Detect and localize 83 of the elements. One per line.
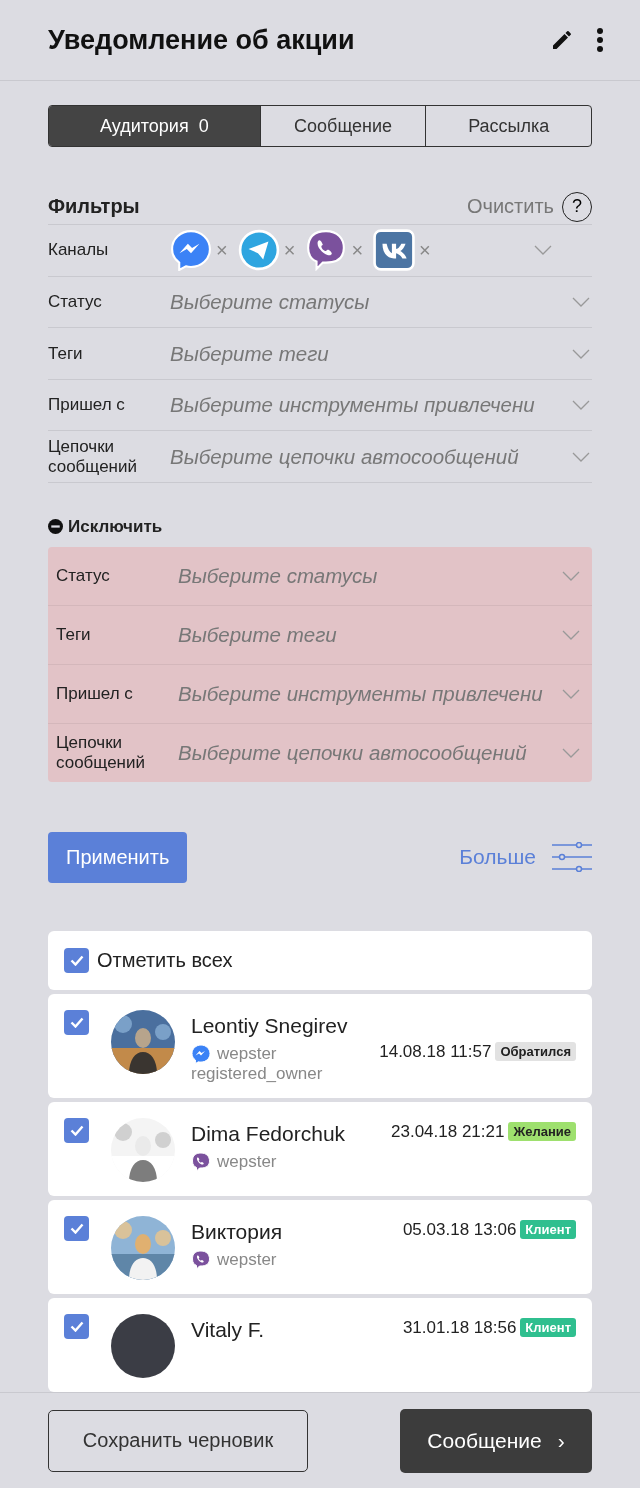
status-tag: Желание: [508, 1122, 576, 1142]
chevron-down-icon: [562, 689, 580, 699]
apply-button[interactable]: Применить: [48, 832, 188, 883]
contact-date: 14.08.18 11:57: [379, 1042, 492, 1062]
contact-card[interactable]: Leontiy Snegirev wepster registered_owner 14.08.18 11:57 Обратился: [48, 994, 592, 1098]
messenger-icon: [170, 229, 212, 272]
filter-label: Пришел с: [48, 395, 126, 416]
section-title: Фильтры: [48, 195, 141, 219]
contact-name: Виктория: [191, 1220, 283, 1244]
viber-icon: [305, 229, 348, 272]
chevron-down-icon: [534, 245, 552, 256]
more-menu-icon[interactable]: [596, 27, 604, 53]
tab[interactable]: Рассылка: [425, 106, 591, 147]
filter-label: Каналы: [48, 240, 110, 261]
remove-button[interactable]: ×: [417, 238, 433, 262]
account-name: wepster: [217, 1250, 277, 1270]
filter-label: Цепочки сообщений: [48, 436, 138, 477]
checkbox[interactable]: [64, 1216, 89, 1241]
contact-name: Vitaly F.: [191, 1318, 266, 1342]
vk-icon: [373, 229, 416, 272]
filter-select[interactable]: Выберите инструменты привлечени: [170, 393, 592, 418]
contact-name: Leontiy Snegirev: [191, 1014, 349, 1038]
filter-select[interactable]: Выберите цепочки автосообщений: [170, 444, 592, 469]
filter-label: Пришел с: [56, 684, 134, 704]
paper-plane-icon: [237, 229, 280, 272]
remove-button[interactable]: ×: [214, 238, 230, 262]
chevron-down-icon: [572, 400, 590, 411]
chevron-down-icon: [572, 296, 590, 307]
filter-select[interactable]: Выберите инструменты привлечени: [178, 682, 582, 706]
select-all-label: Отметить всех: [97, 949, 233, 972]
clear-link[interactable]: Очистить: [466, 195, 554, 219]
page-title: Уведомление об акции: [48, 24, 356, 56]
filter-label: Статус: [56, 566, 111, 586]
status-tag: Клиент: [520, 1220, 576, 1240]
filter-select[interactable]: Выберите статусы: [170, 289, 592, 314]
filter-label: Статус: [48, 291, 103, 312]
chevron-down-icon: [572, 451, 590, 462]
viber-icon: [191, 1250, 211, 1270]
filter-select[interactable]: Выберите теги: [178, 623, 582, 647]
contact-date: 31.01.18 18:56: [402, 1318, 517, 1338]
save-draft-button[interactable]: Сохранить черновик: [48, 1409, 308, 1472]
account-role: registered_owner: [191, 1064, 324, 1084]
messenger-icon: [191, 1044, 211, 1064]
account-name: wepster: [217, 1044, 277, 1064]
tab[interactable]: Аудитория 0: [49, 106, 260, 147]
chevron-down-icon: [572, 348, 590, 359]
filter-select[interactable]: Выберите цепочки автосообщений: [178, 741, 582, 765]
checkmark-icon: [69, 1223, 84, 1234]
status-tag: Клиент: [520, 1318, 576, 1338]
contact-date: 23.04.18 21:21: [391, 1122, 505, 1142]
filter-label: Теги: [56, 625, 92, 645]
sliders-icon[interactable]: [552, 842, 592, 873]
contact-card[interactable]: Vitaly F. 31.01.18 18:56 Клиент: [48, 1298, 592, 1392]
filter-label: Теги: [48, 343, 84, 364]
next-button[interactable]: Сообщение ›: [400, 1408, 592, 1473]
checkmark-icon: [69, 1321, 84, 1332]
chevron-down-icon: [562, 630, 580, 640]
checkbox[interactable]: [64, 948, 89, 973]
viber-icon: [191, 1152, 211, 1172]
checkbox[interactable]: [64, 1010, 89, 1035]
checkbox[interactable]: [64, 1314, 89, 1339]
pencil-icon[interactable]: [550, 28, 574, 52]
checkbox[interactable]: [64, 1118, 89, 1143]
section-title: Исключить: [68, 517, 163, 537]
filter-label: Цепочки сообщений: [56, 733, 146, 773]
remove-button[interactable]: ×: [281, 238, 298, 262]
checkmark-icon: [69, 955, 84, 966]
contact-date: 05.03.18 13:06: [402, 1220, 517, 1240]
more-link[interactable]: Больше: [459, 845, 536, 870]
minus-circle-icon: [48, 519, 63, 535]
chevron-down-icon: [562, 571, 580, 581]
checkmark-icon: [69, 1125, 84, 1136]
status-tag: Обратился: [495, 1042, 576, 1062]
checkmark-icon: [69, 1017, 84, 1028]
account-name: wepster: [217, 1152, 277, 1172]
tab[interactable]: Сообщение: [259, 106, 426, 147]
filter-select[interactable]: Выберите статусы: [178, 564, 582, 588]
contact-name: Dima Fedorchuk: [191, 1122, 347, 1146]
contact-card[interactable]: Виктория wepster 05.03.18 13:06 Клиент: [48, 1200, 592, 1294]
filter-select[interactable]: Выберите теги: [170, 341, 592, 366]
chevron-down-icon: [562, 748, 580, 758]
contact-card[interactable]: Dima Fedorchuk wepster 23.04.18 21:21 Желание: [48, 1102, 592, 1196]
remove-button[interactable]: ×: [349, 238, 366, 262]
